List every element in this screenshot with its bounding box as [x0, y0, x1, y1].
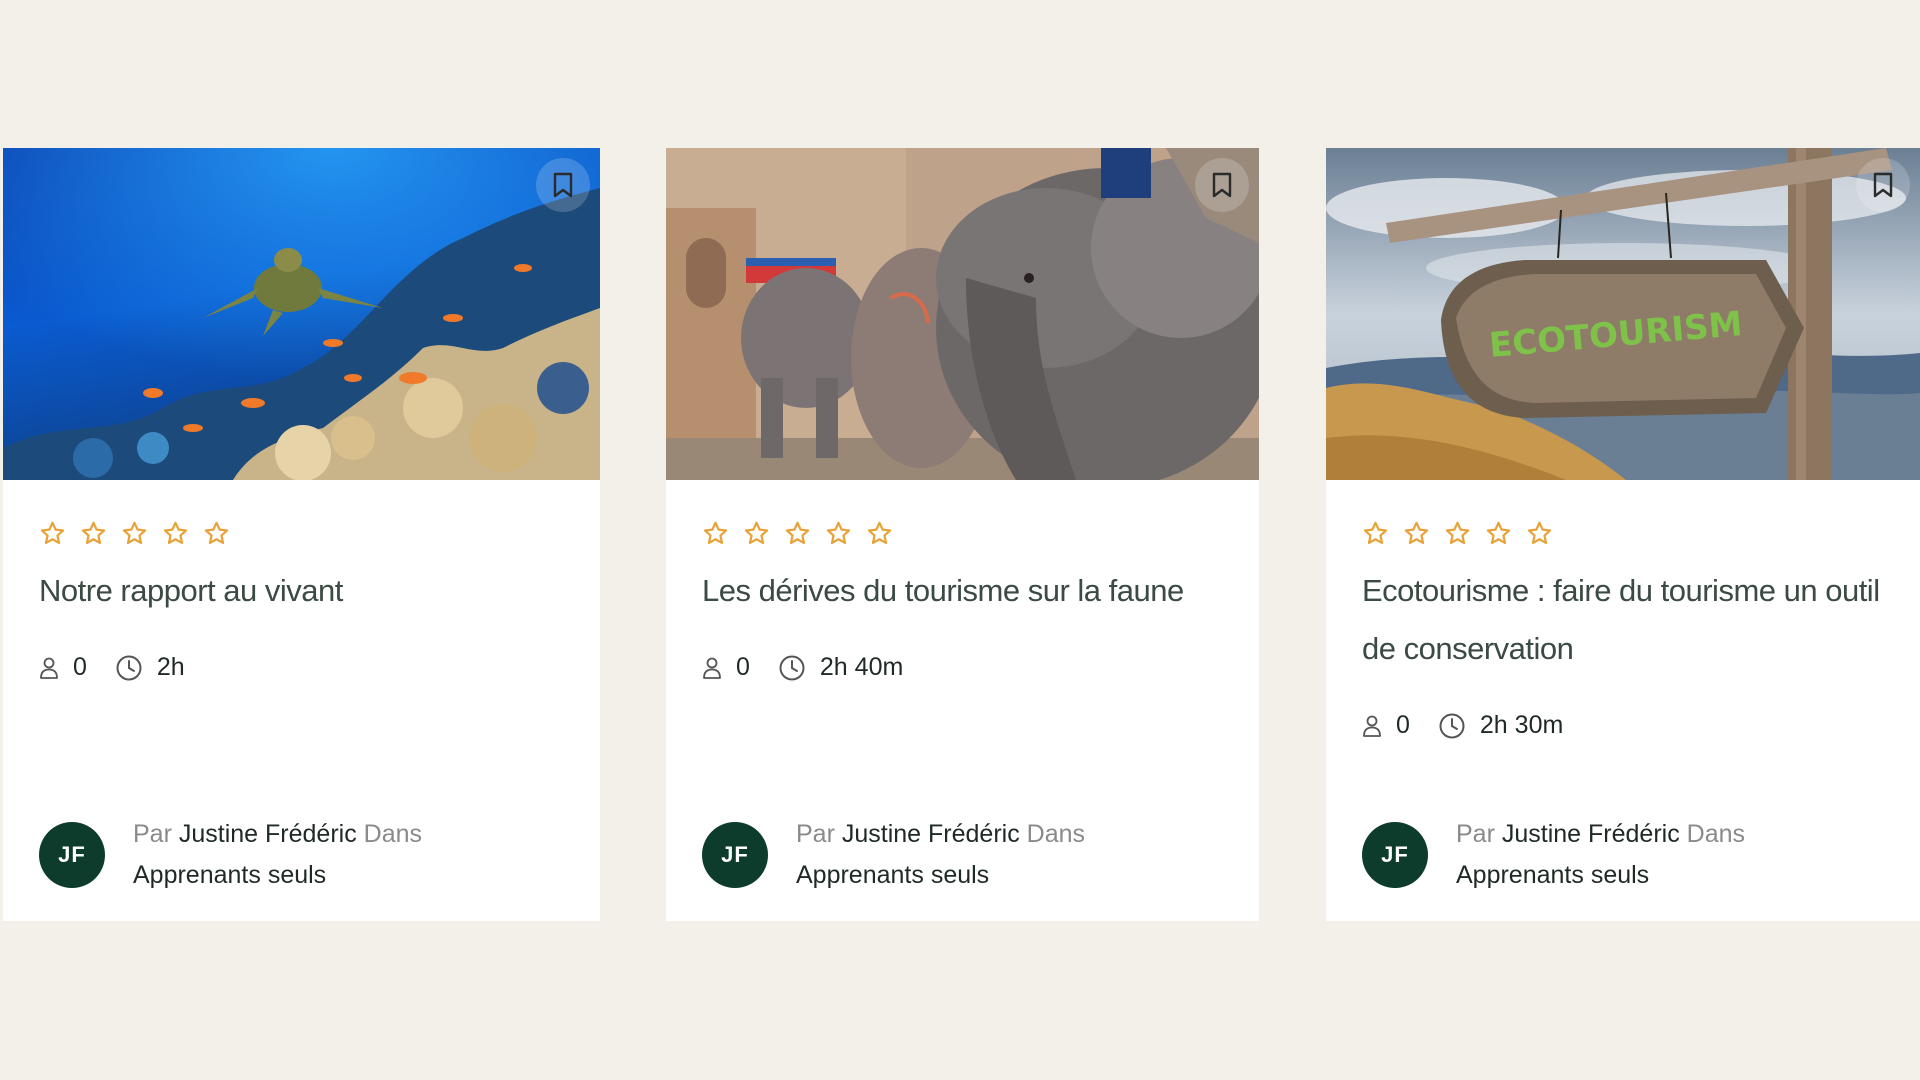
bookmark-button[interactable]	[536, 158, 590, 212]
bookmark-icon	[553, 172, 573, 198]
star-icon	[204, 521, 229, 545]
category-link[interactable]: Apprenants seuls	[133, 861, 326, 889]
avatar[interactable]: JF	[1362, 822, 1428, 888]
sea-turtle-coral-reef-image	[3, 148, 600, 480]
bookmark-button[interactable]	[1856, 158, 1910, 212]
course-title[interactable]: Ecotourisme : faire du tourisme un outil…	[1362, 562, 1890, 678]
star-icon	[703, 521, 728, 545]
star-icon	[1445, 521, 1470, 545]
category-link[interactable]: Apprenants seuls	[796, 861, 989, 889]
user-icon	[702, 656, 722, 680]
author-name-link[interactable]: Justine Frédéric	[1502, 820, 1680, 848]
course-card[interactable]: ECOTOURISM Ecotourisme : faire du touris…	[1326, 148, 1920, 921]
category-prefix: Dans	[363, 820, 423, 848]
students-count: 0	[736, 653, 750, 681]
star-icon	[1363, 521, 1388, 545]
author-info: JF Par Justine Frédéric Dans Apprenants …	[39, 814, 422, 896]
rating-stars	[1362, 520, 1553, 547]
author-prefix: Par	[1456, 820, 1495, 848]
category-prefix: Dans	[1026, 820, 1086, 848]
rating-stars	[39, 520, 230, 547]
ecotourism-sign-image: ECOTOURISM	[1326, 148, 1920, 480]
star-icon	[826, 521, 851, 545]
course-thumbnail[interactable]	[3, 148, 600, 480]
course-duration: 2h	[156, 653, 185, 681]
bookmark-button[interactable]	[1195, 158, 1249, 212]
star-icon	[867, 521, 892, 545]
students-count: 0	[73, 653, 87, 681]
category-link[interactable]: Apprenants seuls	[1456, 861, 1649, 889]
star-icon	[785, 521, 810, 545]
user-icon	[1362, 714, 1382, 738]
bookmark-icon	[1212, 172, 1232, 198]
author-prefix: Par	[133, 820, 172, 848]
category-prefix: Dans	[1686, 820, 1746, 848]
course-meta: 0 2h 40m	[702, 653, 931, 682]
course-card[interactable]: Notre rapport au vivant 0 2h JF Par Just…	[3, 148, 600, 921]
author-name-link[interactable]: Justine Frédéric	[179, 820, 357, 848]
clock-icon	[778, 654, 806, 682]
course-duration: 2h 40m	[819, 653, 904, 681]
course-thumbnail[interactable]: ECOTOURISM	[1326, 148, 1920, 480]
author-prefix: Par	[796, 820, 835, 848]
avatar[interactable]: JF	[702, 822, 768, 888]
star-icon	[1404, 521, 1429, 545]
star-icon	[163, 521, 188, 545]
rating-stars	[702, 520, 893, 547]
author-info: JF Par Justine Frédéric Dans Apprenants …	[1362, 814, 1745, 896]
author-info: JF Par Justine Frédéric Dans Apprenants …	[702, 814, 1085, 896]
star-icon	[1486, 521, 1511, 545]
course-duration: 2h 30m	[1479, 711, 1564, 739]
star-icon	[40, 521, 65, 545]
star-icon	[1527, 521, 1552, 545]
course-title[interactable]: Notre rapport au vivant	[39, 562, 570, 620]
bookmark-icon	[1873, 172, 1893, 198]
course-meta: 0 2h 30m	[1362, 711, 1591, 740]
elephants-street-image	[666, 148, 1259, 480]
clock-icon	[1438, 712, 1466, 740]
clock-icon	[115, 654, 143, 682]
author-name-link[interactable]: Justine Frédéric	[842, 820, 1020, 848]
course-card[interactable]: Les dérives du tourisme sur la faune 0 2…	[666, 148, 1259, 921]
star-icon	[122, 521, 147, 545]
course-meta: 0 2h	[39, 653, 213, 682]
star-icon	[81, 521, 106, 545]
user-icon	[39, 656, 59, 680]
course-title[interactable]: Les dérives du tourisme sur la faune	[702, 562, 1229, 620]
students-count: 0	[1396, 711, 1410, 739]
avatar[interactable]: JF	[39, 822, 105, 888]
course-thumbnail[interactable]	[666, 148, 1259, 480]
star-icon	[744, 521, 769, 545]
